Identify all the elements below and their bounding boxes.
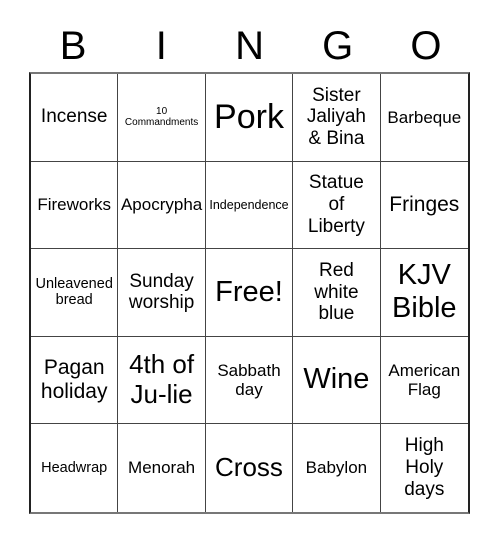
bingo-cell[interactable]: Headwrap <box>31 424 119 512</box>
bingo-cell[interactable]: Independence <box>205 161 294 250</box>
bingo-cell[interactable]: Babylon <box>293 424 381 512</box>
bingo-cell[interactable]: Pork <box>205 74 294 162</box>
header-letter-i: I <box>155 24 167 68</box>
bingo-cell[interactable]: Fringes <box>380 162 468 250</box>
bingo-cell[interactable]: Pagan holiday <box>31 336 119 425</box>
bingo-cell[interactable]: Menorah <box>118 424 206 512</box>
bingo-board: Incense 10 Commandments Pork Sister Jali… <box>29 72 470 514</box>
bingo-cell[interactable]: Sister Jaliyah & Bina <box>293 74 381 162</box>
bingo-cell[interactable]: Unleavened bread <box>31 249 119 337</box>
bingo-cell[interactable]: Wine <box>293 336 381 425</box>
free-space-cell[interactable]: Free! <box>205 249 294 337</box>
header-letter-b: B <box>59 24 87 68</box>
header-letter-o: O <box>410 24 442 68</box>
header-letter-g: G <box>322 24 354 68</box>
bingo-cell[interactable]: Statue of Liberty <box>293 161 381 250</box>
bingo-cell[interactable]: Fireworks <box>31 161 119 250</box>
bingo-cell[interactable]: 4th of Ju-lie <box>118 336 206 425</box>
bingo-cell[interactable]: American Flag <box>380 337 468 425</box>
bingo-cell[interactable]: Incense <box>31 74 119 162</box>
bingo-cell[interactable]: KJV Bible <box>380 249 468 337</box>
bingo-cell[interactable]: Barbeque <box>380 74 468 162</box>
bingo-cell[interactable]: 10 Commandments <box>118 74 206 162</box>
header-letter-n: N <box>235 24 264 68</box>
bingo-cell[interactable]: Sabbath day <box>205 336 294 425</box>
bingo-cell[interactable]: High Holy days <box>381 424 468 512</box>
bingo-header: B I N G O <box>29 20 470 72</box>
bingo-cell[interactable]: Sunday worship <box>118 249 206 337</box>
bingo-cell[interactable]: Apocrypha <box>118 161 206 250</box>
bingo-cell[interactable]: Red white blue <box>293 249 381 337</box>
bingo-cell[interactable]: Cross <box>206 424 294 512</box>
